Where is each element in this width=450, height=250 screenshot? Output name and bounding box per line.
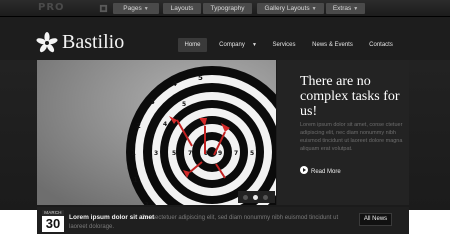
svg-text:1: 1 (133, 176, 138, 184)
star-flower-icon[interactable] (36, 32, 58, 54)
svg-text:2: 2 (144, 201, 149, 205)
top-menu-label: Layouts (170, 5, 194, 12)
news-title[interactable]: Lorem ipsum dolor sit amet (69, 214, 154, 221)
chevron-down-icon: ▼ (143, 6, 149, 12)
svg-text:1: 1 (131, 149, 136, 157)
nav-news-events[interactable]: News & Events (310, 38, 355, 52)
nav-services[interactable]: Services (268, 38, 300, 52)
top-menu-label: Gallery Layouts (264, 5, 310, 12)
all-news-button[interactable]: All News (359, 213, 392, 226)
nav-label: Services (272, 42, 296, 48)
top-menu-label: Typography (210, 5, 245, 12)
settings-icon[interactable] (99, 4, 108, 13)
nav-label: Company (219, 42, 245, 48)
dartboard-image: 1 2 3 4 5 1 2 3 4 5 5 7 9 9 7 5 (37, 60, 276, 205)
svg-text:3: 3 (154, 150, 158, 157)
top-menu-gallery-layouts[interactable]: Gallery Layouts ▼ (257, 3, 324, 14)
site-header: Bastilio Home Company ▼ Services News & … (0, 17, 450, 60)
top-menu-label: Pages (123, 5, 142, 12)
svg-text:7: 7 (188, 150, 192, 157)
read-more-label: Read More (311, 169, 341, 175)
top-menu-extras[interactable]: Extras ▼ (326, 3, 365, 14)
svg-text:7: 7 (234, 150, 238, 157)
svg-text:5: 5 (172, 150, 176, 157)
slide-image[interactable]: 1 2 3 4 5 1 2 3 4 5 5 7 9 9 7 5 (37, 60, 276, 205)
nav-label: Home (184, 42, 201, 48)
top-menu-typography[interactable]: Typography (203, 3, 252, 14)
date-badge: MARCH 30 (42, 210, 64, 232)
slide-dot-2[interactable] (253, 195, 258, 200)
svg-text:9: 9 (218, 150, 222, 157)
svg-text:2: 2 (136, 122, 141, 130)
chevron-down-icon: ▼ (311, 6, 317, 12)
nav-home[interactable]: Home (178, 38, 207, 52)
nav-company[interactable]: Company (214, 38, 250, 52)
slide-dot-3[interactable] (263, 195, 268, 200)
date-day: 30 (45, 216, 61, 231)
slide-dot-1[interactable] (243, 195, 248, 200)
nav-label: News & Events (312, 42, 353, 48)
chevron-down-icon: ▼ (353, 6, 359, 12)
slide-headline: There are no complex tasks for us! (300, 74, 400, 119)
nav-label: Contacts (369, 42, 393, 48)
svg-text:4: 4 (163, 121, 167, 128)
svg-text:3: 3 (150, 98, 155, 106)
pro-badge: PRO (38, 2, 65, 13)
svg-text:5: 5 (198, 74, 203, 82)
read-more-link[interactable]: Read More (300, 166, 341, 177)
svg-text:5: 5 (250, 150, 254, 157)
svg-text:4: 4 (172, 80, 177, 88)
svg-text:5: 5 (182, 101, 186, 108)
slider-pagination (238, 191, 275, 203)
nav-contacts[interactable]: Contacts (365, 38, 397, 52)
play-circle-icon (300, 166, 308, 175)
chevron-down-icon[interactable]: ▼ (252, 38, 257, 52)
slide-body-text: Lorem ipsum dolor sit amet, conse ctetue… (300, 122, 403, 152)
site-logo-text[interactable]: Bastilio (62, 31, 124, 54)
top-menu-layouts[interactable]: Layouts (163, 3, 201, 14)
top-toolbar: PRO Pages ▼ Layouts Typography Gallery La… (0, 0, 450, 17)
top-menu-pages[interactable]: Pages ▼ (113, 3, 159, 14)
top-menu-label: Extras (332, 5, 352, 12)
